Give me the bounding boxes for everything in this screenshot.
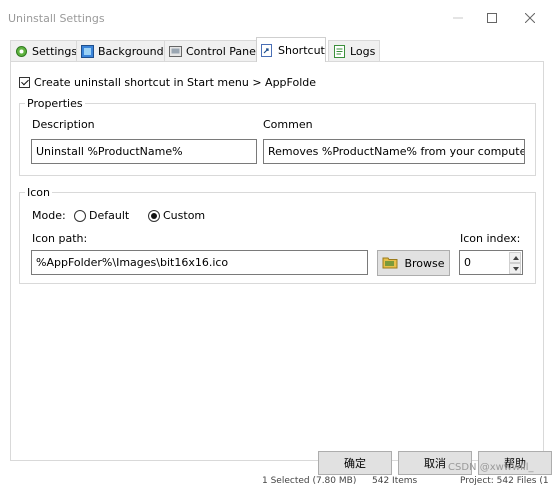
ok-button[interactable]: 确定 [318,451,392,475]
tab-shortcut-label: Shortcut [278,43,325,57]
tab-control-panel[interactable]: Control Panel [164,40,264,61]
mode-default-radio-row[interactable]: Default [74,209,129,222]
icon-path-label: Icon path: [32,232,88,245]
tab-logs-label: Logs [350,44,376,58]
folder-icon [382,255,398,272]
mode-custom-radio[interactable] [148,209,160,222]
create-shortcut-label: Create uninstall shortcut in Start menu … [34,76,316,89]
settings-tab-icon [15,45,28,58]
icon-index-value[interactable]: 0 [464,256,471,269]
shortcut-tab-icon [261,43,274,57]
close-icon [525,13,535,23]
browse-button[interactable]: Browse [377,250,450,276]
icon-path-field[interactable]: %AppFolder%\Images\bit16x16.ico [31,250,368,275]
status-selection: 1 Selected (7.80 MB) [262,476,357,486]
spin-down-icon[interactable] [509,263,521,274]
close-button[interactable] [512,6,548,30]
properties-legend: Properties [25,97,85,110]
mode-default-radio[interactable] [74,209,86,222]
tab-control-panel-label: Control Panel [186,44,259,58]
comment-label: Commen [263,118,313,131]
control-panel-tab-icon [169,45,182,58]
tab-shortcut[interactable]: Shortcut [256,37,326,62]
icon-legend: Icon [25,186,52,199]
tab-settings[interactable]: Settings [10,40,83,61]
status-items: 542 Items [372,476,418,486]
tab-settings-label: Settings [32,44,78,58]
tab-background-label: Background [98,44,164,58]
mode-label: Mode: [32,209,66,222]
browse-label: Browse [404,256,445,270]
tab-background[interactable]: Background [76,40,169,61]
title-bar: Uninstall Settings [0,0,554,36]
spin-up-icon[interactable] [509,252,521,263]
watermark-text: CSDN @xwwwill_ [448,462,534,473]
background-tab-icon [81,44,94,58]
window-title: Uninstall Settings [8,12,105,25]
mode-custom-radio-row[interactable]: Custom [148,209,205,222]
mode-default-label: Default [89,209,130,222]
minimize-button[interactable] [440,6,476,30]
create-shortcut-checkbox-row[interactable]: Create uninstall shortcut in Start menu … [19,76,316,89]
logs-tab-icon [333,44,346,58]
description-field[interactable]: Uninstall %ProductName% [31,139,257,164]
icon-index-spin-buttons [509,252,521,275]
minimize-icon [453,13,463,23]
maximize-button[interactable] [474,6,510,30]
icon-index-label: Icon index: [460,232,521,245]
description-label: Description [32,118,95,131]
create-shortcut-checkbox[interactable] [19,77,30,88]
tab-logs[interactable]: Logs [328,40,381,61]
comment-field[interactable]: Removes %ProductName% from your computer… [263,139,525,164]
status-project: Project: 542 Files (1 [460,476,549,486]
maximize-icon [487,13,497,23]
icon-index-spinner[interactable]: 0 [459,250,523,275]
mode-custom-label: Custom [163,209,206,222]
